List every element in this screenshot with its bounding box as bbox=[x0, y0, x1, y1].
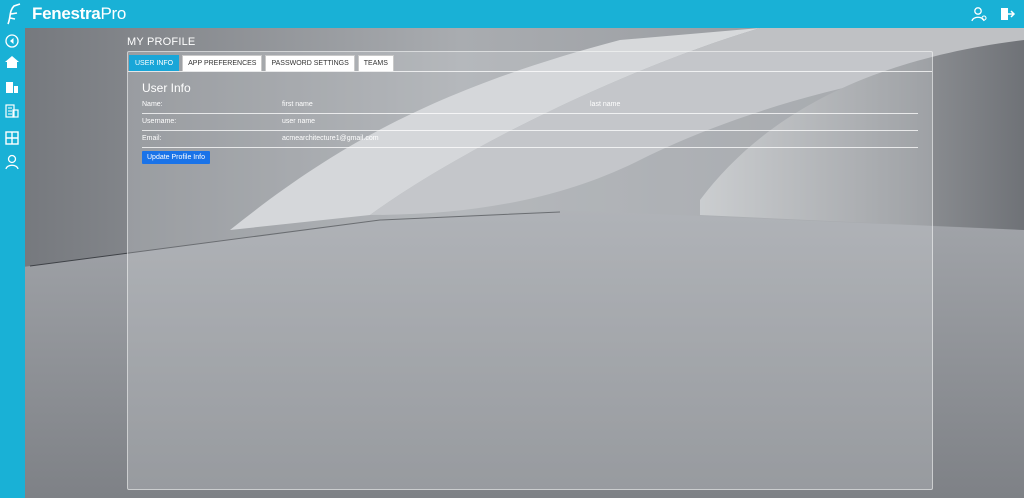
email-value: acmearchitecture1@gmail.com bbox=[282, 135, 379, 142]
page-title: MY PROFILE bbox=[127, 36, 196, 48]
name-row: Name: first name last name bbox=[142, 98, 918, 114]
fenestra-logo-icon[interactable] bbox=[2, 0, 26, 28]
update-profile-button[interactable]: Update Profile Info bbox=[142, 151, 210, 164]
last-name-value: last name bbox=[590, 101, 621, 108]
username-value: user name bbox=[282, 118, 316, 125]
layout-icon[interactable] bbox=[3, 129, 21, 147]
projects-icon[interactable] bbox=[3, 102, 21, 120]
buildings-icon[interactable] bbox=[3, 78, 21, 96]
username-row: Username: user name bbox=[142, 115, 918, 131]
tab-divider bbox=[128, 71, 932, 72]
first-name-value: first name bbox=[282, 101, 313, 108]
tab-user-info[interactable]: USER INFO bbox=[129, 55, 180, 71]
brand-name-light: Pro bbox=[100, 4, 127, 23]
user-settings-icon[interactable] bbox=[970, 5, 988, 23]
tab-password-settings[interactable]: PASSWORD SETTINGS bbox=[265, 55, 355, 71]
section-title: User Info bbox=[142, 81, 191, 95]
name-label: Name: bbox=[142, 101, 163, 108]
tab-app-preferences[interactable]: APP PREFERENCES bbox=[182, 55, 263, 71]
brand-name-bold: Fenestra bbox=[32, 4, 101, 23]
tab-teams[interactable]: TEAMS bbox=[357, 55, 394, 71]
username-label: Username: bbox=[142, 118, 177, 125]
email-row: Email: acmearchitecture1@gmail.com bbox=[142, 132, 918, 148]
tab-bar: USER INFO APP PREFERENCES PASSWORD SETTI… bbox=[129, 55, 394, 71]
home-icon[interactable] bbox=[3, 53, 21, 71]
profile-panel: USER INFO APP PREFERENCES PASSWORD SETTI… bbox=[127, 51, 933, 490]
sidebar bbox=[0, 28, 25, 498]
email-label: Email: bbox=[142, 135, 162, 142]
logout-icon[interactable] bbox=[998, 5, 1016, 23]
brand-name[interactable]: FenestraPro bbox=[32, 4, 126, 24]
top-bar: FenestraPro bbox=[0, 0, 1024, 28]
user-icon[interactable] bbox=[3, 153, 21, 171]
collapse-icon[interactable] bbox=[3, 32, 21, 50]
